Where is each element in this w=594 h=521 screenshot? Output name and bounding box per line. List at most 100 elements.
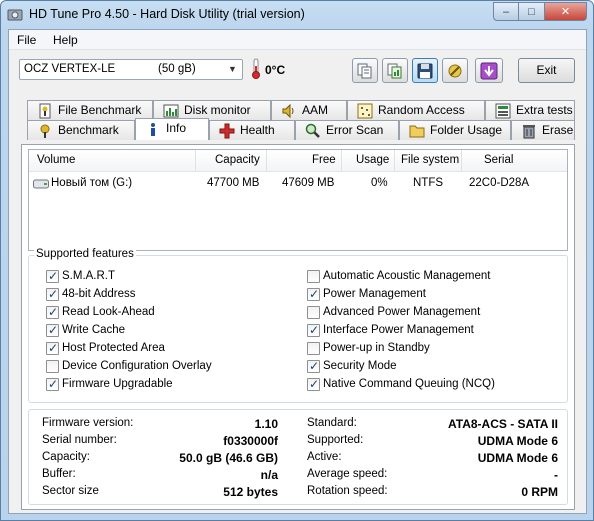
cell-volume: Новый том (G:) [51, 177, 133, 189]
info-key: Capacity: [42, 451, 90, 463]
info-key: Supported: [307, 434, 364, 446]
checkbox[interactable] [46, 287, 59, 301]
info-value: 512 bytes [223, 485, 278, 499]
tab-info[interactable]: Info [135, 118, 209, 140]
drive-icon [33, 179, 49, 189]
feature-label: Interface Power Management [323, 324, 474, 336]
tab-benchmark[interactable]: Benchmark [27, 120, 135, 140]
tab-label: Erase [542, 123, 574, 137]
info-value: UDMA Mode 6 [477, 451, 558, 465]
menu-help[interactable]: Help [53, 33, 78, 47]
feature-label: Advanced Power Management [323, 306, 481, 318]
feature-label: Firmware Upgradable [62, 378, 173, 390]
floppy-disk-icon [417, 63, 433, 78]
save-button[interactable] [412, 58, 438, 83]
info-value: 0 RPM [521, 485, 558, 499]
menu-file[interactable]: File [17, 33, 36, 47]
copy-icon [357, 63, 372, 78]
exit-button[interactable]: Exit [518, 58, 575, 83]
tab-label: File Benchmark [58, 103, 142, 117]
tab-disk-monitor[interactable]: Disk monitor [153, 100, 271, 120]
feature-label: Read Look-Ahead [62, 306, 155, 318]
speaker-icon [282, 103, 294, 119]
tab-extra-tests[interactable]: Extra tests [485, 100, 575, 120]
disk-monitor-icon [163, 104, 179, 118]
feature-label: Write Cache [62, 324, 126, 336]
feature-label: Security Mode [323, 360, 397, 372]
col-file-system[interactable]: File system [401, 154, 459, 166]
tab-erase[interactable]: Erase [511, 120, 575, 140]
checkbox[interactable] [307, 342, 320, 355]
cell-free: 47609 MB [282, 177, 335, 189]
feature-label: Automatic Acoustic Management [323, 270, 491, 282]
tab-label: Disk monitor [184, 103, 251, 117]
trash-icon [523, 125, 535, 139]
random-access-icon [357, 103, 373, 119]
tab-label: Health [240, 123, 275, 137]
tab-health[interactable]: Health [209, 120, 295, 140]
copy-screenshot-button[interactable] [382, 58, 408, 83]
feature-label: 48-bit Address [62, 288, 136, 300]
feature-label: Power-up in Standby [323, 342, 430, 354]
tab-random-access[interactable]: Random Access [347, 100, 485, 120]
tab-file-benchmark[interactable]: File Benchmark [27, 100, 153, 120]
cell-serial: 22C0-D28A [469, 177, 530, 189]
table-row[interactable]: Новый том (G:) 47700 MB 47609 MB 0% NTFS… [29, 175, 567, 193]
update-button[interactable] [475, 58, 503, 83]
col-capacity[interactable]: Capacity [215, 154, 260, 166]
copy-info-button[interactable] [352, 58, 378, 83]
checkbox[interactable] [46, 269, 59, 283]
minimize-button[interactable]: – [493, 2, 519, 21]
feature-label: Power Management [323, 288, 426, 300]
file-benchmark-icon [39, 103, 51, 119]
info-key: Buffer: [42, 468, 76, 480]
checkbox[interactable] [307, 377, 320, 391]
options-button[interactable] [442, 58, 468, 83]
close-button[interactable]: ✕ [545, 2, 587, 21]
checkbox[interactable] [46, 377, 59, 391]
col-serial[interactable]: Serial [484, 154, 513, 166]
menu-bar: File Help [9, 30, 586, 50]
info-key: Firmware version: [42, 417, 134, 429]
checkbox[interactable] [307, 306, 320, 319]
chevron-down-icon: ▼ [228, 64, 237, 74]
app-icon [7, 9, 23, 21]
title-bar[interactable]: HD Tune Pro 4.50 - Hard Disk Utility (tr… [1, 1, 593, 29]
supported-features-title: Supported features [34, 248, 136, 260]
down-arrow-icon [480, 62, 498, 79]
col-free[interactable]: Free [312, 154, 336, 166]
drive-size: (50 gB) [158, 63, 196, 75]
col-usage[interactable]: Usage [356, 154, 389, 166]
maximize-button[interactable]: □ [519, 2, 545, 21]
tab-error-scan[interactable]: Error Scan [295, 120, 399, 140]
drive-name: OCZ VERTEX-LE [24, 63, 116, 75]
cell-file-system: NTFS [413, 177, 444, 189]
info-value: n/a [260, 468, 278, 482]
info-value: 50.0 gB (46.6 GB) [179, 451, 278, 465]
checkbox[interactable] [307, 323, 320, 337]
col-volume[interactable]: Volume [37, 154, 75, 166]
drive-select[interactable]: OCZ VERTEX-LE (50 gB) ▼ [19, 59, 243, 80]
checkbox[interactable] [307, 359, 320, 373]
tab-label: Info [166, 121, 187, 135]
col-separator [461, 150, 462, 171]
checkbox[interactable] [46, 360, 59, 373]
tab-label: AAM [302, 103, 329, 117]
benchmark-icon [40, 124, 50, 138]
info-value: 1.10 [254, 417, 278, 431]
toolbar: OCZ VERTEX-LE (50 gB) ▼ 0°C Exit [9, 50, 586, 90]
checkbox[interactable] [46, 305, 59, 319]
tab-folder-usage[interactable]: Folder Usage [399, 120, 511, 140]
tab-label: Benchmark [58, 123, 119, 137]
folder-icon [409, 125, 425, 138]
checkbox[interactable] [307, 270, 320, 283]
tab-aam[interactable]: AAM [271, 100, 347, 120]
checkbox[interactable] [46, 323, 59, 337]
client-area: File Help OCZ VERTEX-LE (50 gB) ▼ 0°C Ex… [8, 29, 587, 514]
temperature-readout: 0°C [265, 63, 286, 77]
checkbox[interactable] [307, 287, 320, 301]
checkbox[interactable] [46, 341, 59, 355]
wrench-icon [448, 64, 462, 77]
info-value: UDMA Mode 6 [477, 434, 558, 448]
col-separator [266, 150, 267, 171]
